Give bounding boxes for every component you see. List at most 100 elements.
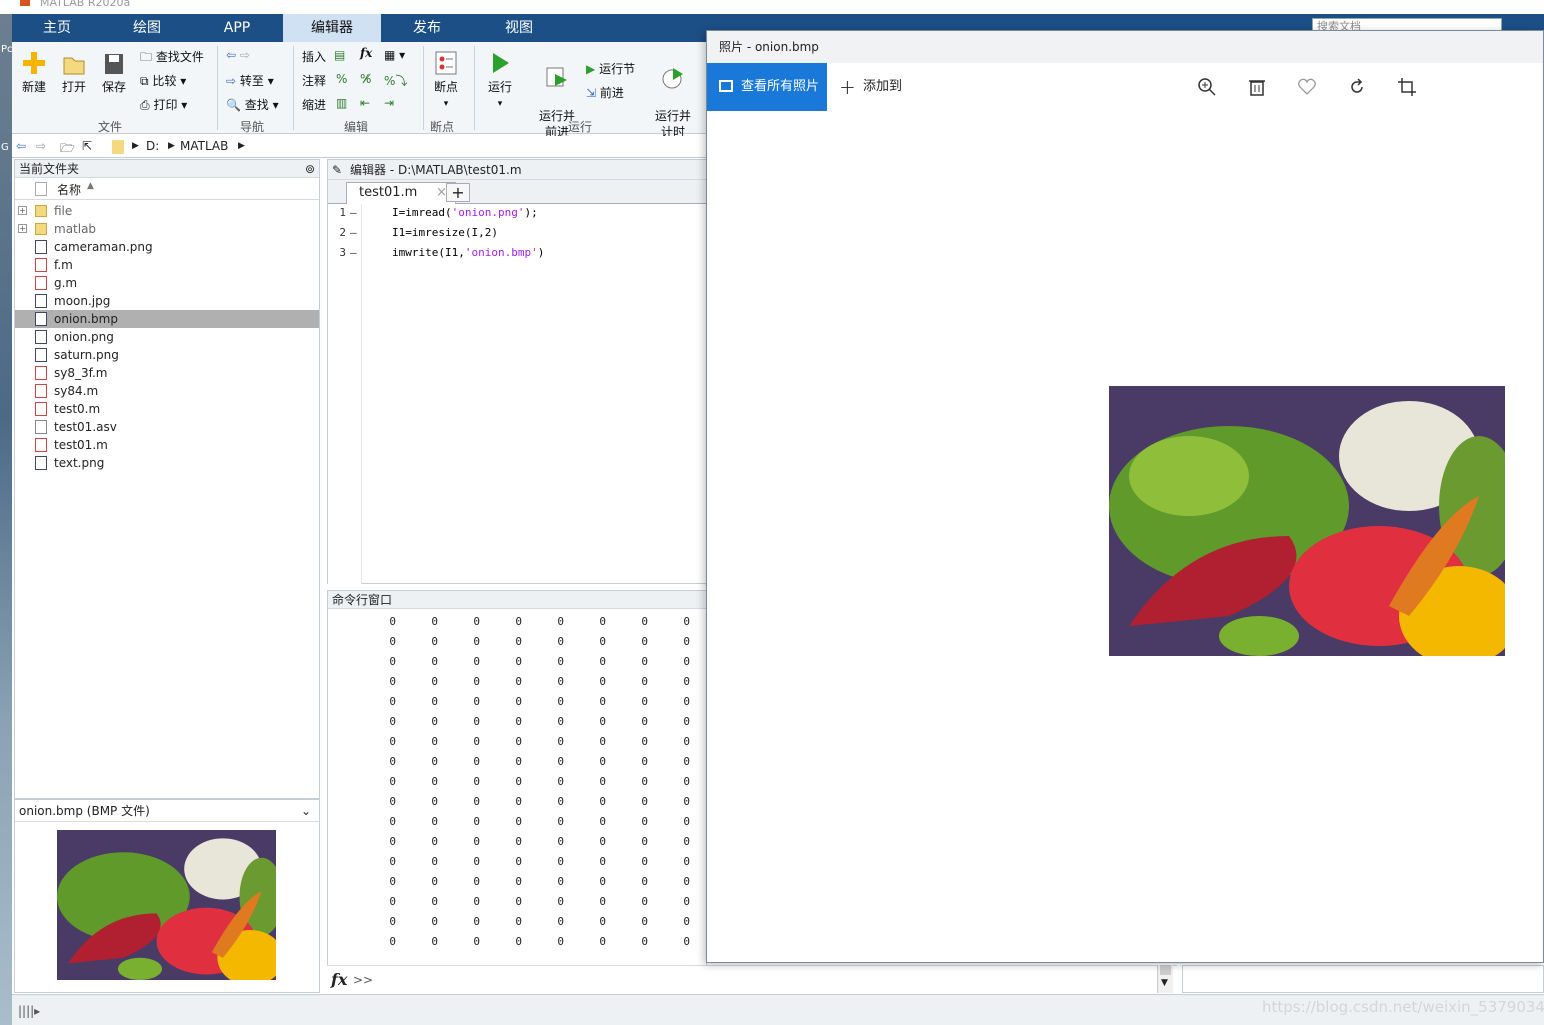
up-folder-icon[interactable]: 🗁	[60, 139, 75, 160]
goto-button[interactable]: ⇨ 转至 ▾	[226, 72, 274, 89]
delete-trash-icon[interactable]	[1247, 77, 1267, 97]
command-prompt: >>	[353, 973, 374, 987]
tab-view[interactable]: 视图	[474, 14, 564, 42]
matrix-cell: 0	[431, 755, 438, 768]
smart-indent-icon[interactable]: ▥	[336, 96, 347, 110]
file-list-item[interactable]: text.png	[15, 454, 319, 472]
matrix-cell: 0	[473, 715, 480, 728]
matrix-cell: 0	[431, 635, 438, 648]
compare-button[interactable]: ⧉ 比较 ▾	[140, 72, 186, 89]
open-button[interactable]: 打开	[60, 50, 88, 95]
file-list-item[interactable]: saturn.png	[15, 346, 319, 364]
code-line[interactable]: 2 — I1=imresize(I,2)	[328, 226, 706, 246]
matrix-cell: 0	[389, 895, 396, 908]
scroll-down-arrow-icon[interactable]: ▼	[1161, 978, 1168, 988]
file-list-item[interactable]: sy8_3f.m	[15, 364, 319, 382]
file-list-item[interactable]: + matlab	[15, 220, 319, 238]
indent-button[interactable]: 缩进	[302, 96, 326, 113]
path-back-icon[interactable]: ⇦	[16, 139, 26, 153]
insert-function-button[interactable]: fx	[360, 46, 372, 60]
matrix-cell: 0	[515, 815, 522, 828]
matrix-cell: 0	[641, 895, 648, 908]
save-button[interactable]: 保存	[100, 50, 128, 95]
code-line[interactable]: 1 — I=imread('onion.png');	[328, 206, 706, 226]
comment-button[interactable]: 注释	[302, 72, 326, 89]
file-list-item[interactable]: g.m	[15, 274, 319, 292]
command-prompt-line[interactable]: fx >>	[327, 965, 1177, 993]
code-line[interactable]: 3 — imwrite(I1,'onion.bmp')	[328, 246, 706, 266]
run-and-time-button[interactable]: 运行并 计时	[648, 50, 698, 140]
tab-publish[interactable]: 发布	[382, 14, 472, 42]
decrease-indent-icon[interactable]: ⇤	[360, 96, 370, 110]
insert-dropdown-icon[interactable]: ▦ ▾	[384, 48, 405, 62]
function-browser-fx-icon[interactable]: fx	[331, 970, 347, 989]
zoom-in-icon[interactable]	[1197, 77, 1217, 97]
tab-editor[interactable]: 编辑器	[283, 14, 381, 42]
run-section-icon: ▶	[586, 62, 596, 76]
new-button[interactable]: 新建	[20, 50, 48, 95]
file-name: text.png	[54, 456, 105, 470]
name-column-header[interactable]: 名称 ▲	[15, 178, 319, 200]
path-forward-icon[interactable]: ⇨	[36, 139, 46, 153]
path-folder[interactable]: MATLAB	[180, 139, 228, 153]
matrix-cell: 0	[557, 735, 564, 748]
matrix-cell: 0	[431, 655, 438, 668]
rotate-icon[interactable]	[1347, 77, 1367, 97]
add-to-button[interactable]: + 添加到	[839, 63, 902, 111]
view-all-photos-button[interactable]: 查看所有照片	[707, 63, 827, 111]
matrix-cell: 0	[515, 795, 522, 808]
uncomment-icon[interactable]: %̸	[360, 72, 371, 86]
breakpoint-marker[interactable]: —	[350, 206, 357, 219]
increase-indent-icon[interactable]: ⇥	[384, 96, 394, 110]
collapse-chevron-icon[interactable]: ⌄	[301, 800, 311, 822]
file-list-item[interactable]: cameraman.png	[15, 238, 319, 256]
file-list-item[interactable]: sy84.m	[15, 382, 319, 400]
find-files-button[interactable]: 🗀 查找文件	[140, 48, 204, 69]
file-list-item[interactable]: moon.jpg	[15, 292, 319, 310]
tab-home[interactable]: 主页	[12, 14, 102, 42]
run-button[interactable]: 运行 ▾	[482, 50, 518, 109]
matrix-cell: 0	[641, 675, 648, 688]
insert-button[interactable]: 插入	[302, 48, 326, 65]
favorite-heart-icon[interactable]	[1297, 77, 1317, 97]
file-list-item[interactable]: test01.m	[15, 436, 319, 454]
goto-arrow-icon: ⇨	[226, 74, 237, 88]
file-list-item[interactable]: + file	[15, 202, 319, 220]
expand-plus-icon[interactable]: +	[18, 224, 27, 233]
details-header[interactable]: onion.bmp (BMP 文件) ⌄	[15, 800, 319, 822]
path-drive[interactable]: D:	[146, 139, 159, 153]
photo-display[interactable]	[1109, 386, 1505, 656]
file-list-item[interactable]: onion.png	[15, 328, 319, 346]
panel-menu-icon[interactable]: ⊚	[305, 160, 315, 178]
back-forward-buttons[interactable]: ⇦ ⇨	[226, 48, 250, 62]
folder-icon	[35, 205, 47, 217]
command-window-scrollbar[interactable]: ▼	[1157, 965, 1173, 993]
tab-apps[interactable]: APP	[192, 14, 282, 42]
run-section-button[interactable]: ▶ 运行节	[586, 60, 635, 77]
matrix-cell: 0	[557, 855, 564, 868]
file-list-item[interactable]: test0.m	[15, 400, 319, 418]
file-name: test0.m	[54, 402, 101, 416]
find-button[interactable]: 🔍 查找 ▾	[226, 96, 279, 113]
percent-comment-icon[interactable]: %	[336, 72, 347, 86]
new-tab-plus-icon[interactable]: +	[446, 183, 470, 202]
advance-button[interactable]: ⇲ 前进	[586, 84, 624, 101]
insert-section-icon[interactable]: ▤	[334, 48, 345, 62]
tab-plots[interactable]: 绘图	[102, 14, 192, 42]
print-button[interactable]: ⎙ 打印 ▾	[140, 96, 187, 113]
breakpoint-marker[interactable]: —	[350, 226, 357, 239]
expand-plus-icon[interactable]: +	[18, 206, 27, 215]
crop-icon[interactable]	[1397, 77, 1417, 97]
matrix-cell: 0	[683, 895, 690, 908]
file-list-item[interactable]: test01.asv	[15, 418, 319, 436]
tab-test01[interactable]: test01.m ×	[346, 182, 456, 204]
breakpoint-marker[interactable]: —	[350, 246, 357, 259]
file-list-item[interactable]: onion.bmp	[15, 310, 319, 328]
file-list-item[interactable]: f.m	[15, 256, 319, 274]
breakpoints-button[interactable]: 断点 ▾	[430, 50, 462, 109]
scrollbar-thumb[interactable]	[1160, 965, 1171, 975]
command-window[interactable]: 命令行窗口 0000000000000000000000000000000000…	[327, 590, 707, 993]
wrap-comment-icon[interactable]: %⤵	[384, 72, 407, 89]
matrix-cell: 0	[683, 755, 690, 768]
browse-folder-icon[interactable]: ⇱	[82, 139, 92, 153]
